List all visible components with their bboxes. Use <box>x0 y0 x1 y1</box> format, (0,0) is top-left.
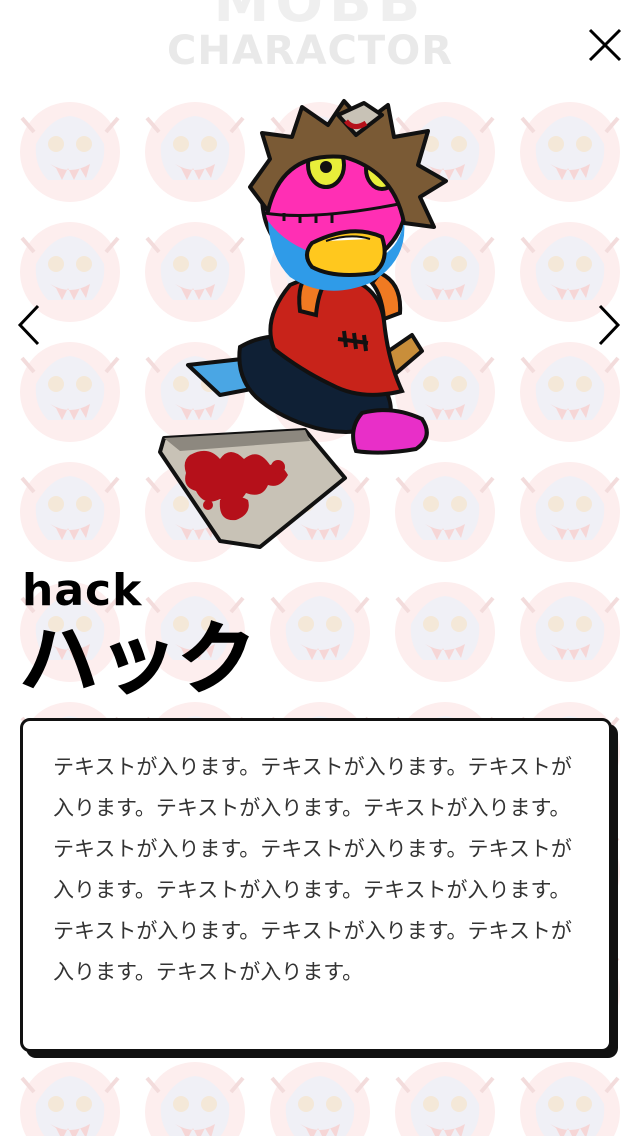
pattern-circle <box>18 460 122 564</box>
pattern-circle <box>518 460 622 564</box>
character-illustration <box>158 99 448 549</box>
pattern-circle <box>143 1060 247 1136</box>
pattern-circle <box>518 1060 622 1136</box>
character-description-box: テキストが入ります。テキストが入ります。テキストが入ります。テキストが入ります。… <box>20 718 612 1052</box>
chevron-left-icon <box>17 304 40 346</box>
cleaver-blade <box>158 428 347 549</box>
pattern-circle <box>518 340 622 444</box>
pattern-circle <box>393 1060 497 1136</box>
pattern-circle <box>268 580 372 684</box>
chevron-right-icon <box>598 304 621 346</box>
pattern-circle <box>268 1060 372 1136</box>
pattern-circle <box>18 340 122 444</box>
previous-character-button[interactable] <box>14 302 44 348</box>
pattern-circle <box>18 1060 122 1136</box>
close-button[interactable] <box>584 24 626 66</box>
next-character-button[interactable] <box>594 302 624 348</box>
character-description: テキストが入ります。テキストが入ります。テキストが入ります。テキストが入ります。… <box>53 755 572 984</box>
character-name-english: hack <box>22 565 143 616</box>
pattern-circle <box>518 580 622 684</box>
background-section-title: CHARACTOR <box>167 28 453 74</box>
pattern-circle <box>393 580 497 684</box>
character-name-japanese: ハック <box>19 614 258 706</box>
pattern-circle <box>518 100 622 204</box>
pattern-circle <box>18 100 122 204</box>
close-icon <box>588 28 622 62</box>
